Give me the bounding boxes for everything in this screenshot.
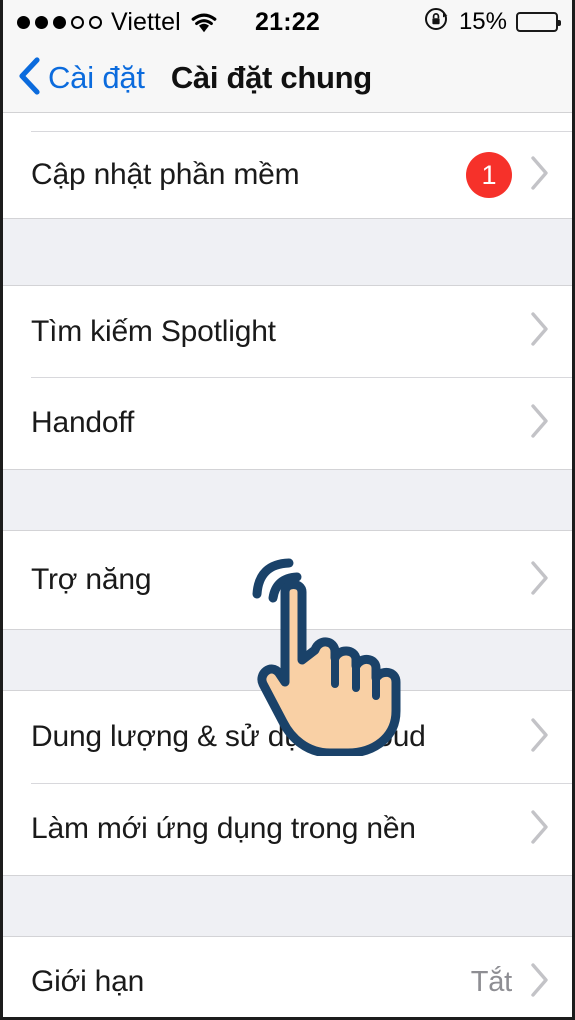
chevron-right-icon	[528, 310, 550, 353]
settings-row-accessory	[528, 310, 550, 353]
settings-list[interactable]: Cập nhật phần mềm 1 Tìm kiếm Spotlight Hand…	[3, 113, 572, 1017]
group-separator	[3, 469, 572, 531]
chevron-right-icon	[528, 716, 550, 759]
settings-row-accessory	[528, 808, 550, 851]
navigation-bar: Cài đặt Cài đặt chung	[3, 44, 572, 113]
list-top-spacer	[3, 113, 572, 131]
settings-row[interactable]: Cập nhật phần mềm 1	[3, 132, 572, 218]
status-bar-right: 15%	[424, 6, 561, 39]
settings-row-label: Handoff	[31, 406, 135, 439]
status-bar-left: Viettel	[17, 8, 218, 37]
settings-row-label: Làm mới ứng dụng trong nền	[31, 812, 416, 845]
settings-row-label: Trợ năng	[31, 563, 152, 596]
phone-screen: Viettel 21:22 15% Cài đặt Cài đặt chung …	[0, 0, 575, 1020]
chevron-right-icon	[528, 402, 550, 445]
notification-badge: 1	[466, 152, 512, 198]
battery-percentage: 15%	[458, 8, 507, 35]
chevron-left-icon	[17, 56, 41, 101]
settings-row-label: Giới hạn	[31, 965, 145, 998]
settings-row[interactable]: Giới hạn Tắt	[3, 937, 572, 1017]
settings-row-accessory	[528, 402, 550, 445]
settings-row[interactable]: Tìm kiếm Spotlight	[3, 286, 572, 377]
settings-group: Dung lượng & sử dụng iCloud Làm mới ứng d…	[3, 691, 572, 875]
settings-row[interactable]: Làm mới ứng dụng trong nền	[3, 783, 572, 875]
signal-dot-empty	[89, 15, 102, 29]
group-separator	[3, 875, 572, 937]
settings-group: Trợ năng	[3, 531, 572, 629]
settings-group: Giới hạn Tắt	[3, 937, 572, 1017]
settings-group: Tìm kiếm Spotlight Handoff	[3, 286, 572, 469]
signal-dot-filled	[17, 15, 30, 29]
settings-row[interactable]: Handoff	[3, 377, 572, 469]
settings-row-accessory: 1	[466, 152, 550, 198]
wifi-icon	[190, 12, 218, 33]
rotation-lock-icon	[424, 6, 450, 39]
signal-dot-filled	[53, 15, 66, 29]
carrier-name: Viettel	[111, 7, 181, 36]
cellular-signal-dots-icon	[17, 15, 102, 29]
settings-row-value: Tắt	[470, 965, 513, 998]
settings-row-label: Cập nhật phần mềm	[31, 158, 300, 191]
settings-row-accessory	[528, 559, 550, 602]
status-bar: Viettel 21:22 15%	[3, 0, 572, 44]
settings-row-accessory	[528, 716, 550, 759]
chevron-right-icon	[528, 961, 550, 1004]
back-button[interactable]: Cài đặt	[17, 56, 145, 101]
group-separator	[3, 218, 572, 286]
settings-row[interactable]: Trợ năng	[3, 531, 572, 629]
battery-icon	[516, 12, 561, 32]
settings-row[interactable]: Dung lượng & sử dụng iCloud	[3, 691, 572, 783]
chevron-right-icon	[528, 559, 550, 602]
chevron-right-icon	[528, 154, 550, 197]
settings-row-label: Tìm kiếm Spotlight	[31, 314, 276, 348]
back-button-label: Cài đặt	[48, 60, 145, 95]
chevron-right-icon	[528, 808, 550, 851]
settings-group: Cập nhật phần mềm 1	[3, 131, 572, 218]
settings-row-accessory: Tắt	[471, 961, 550, 1004]
page-title: Cài đặt chung	[170, 60, 372, 95]
settings-row-label: Dung lượng & sử dụng iCloud	[31, 720, 426, 753]
signal-dot-empty	[71, 15, 84, 29]
group-separator	[3, 629, 572, 691]
signal-dot-filled	[35, 15, 48, 29]
